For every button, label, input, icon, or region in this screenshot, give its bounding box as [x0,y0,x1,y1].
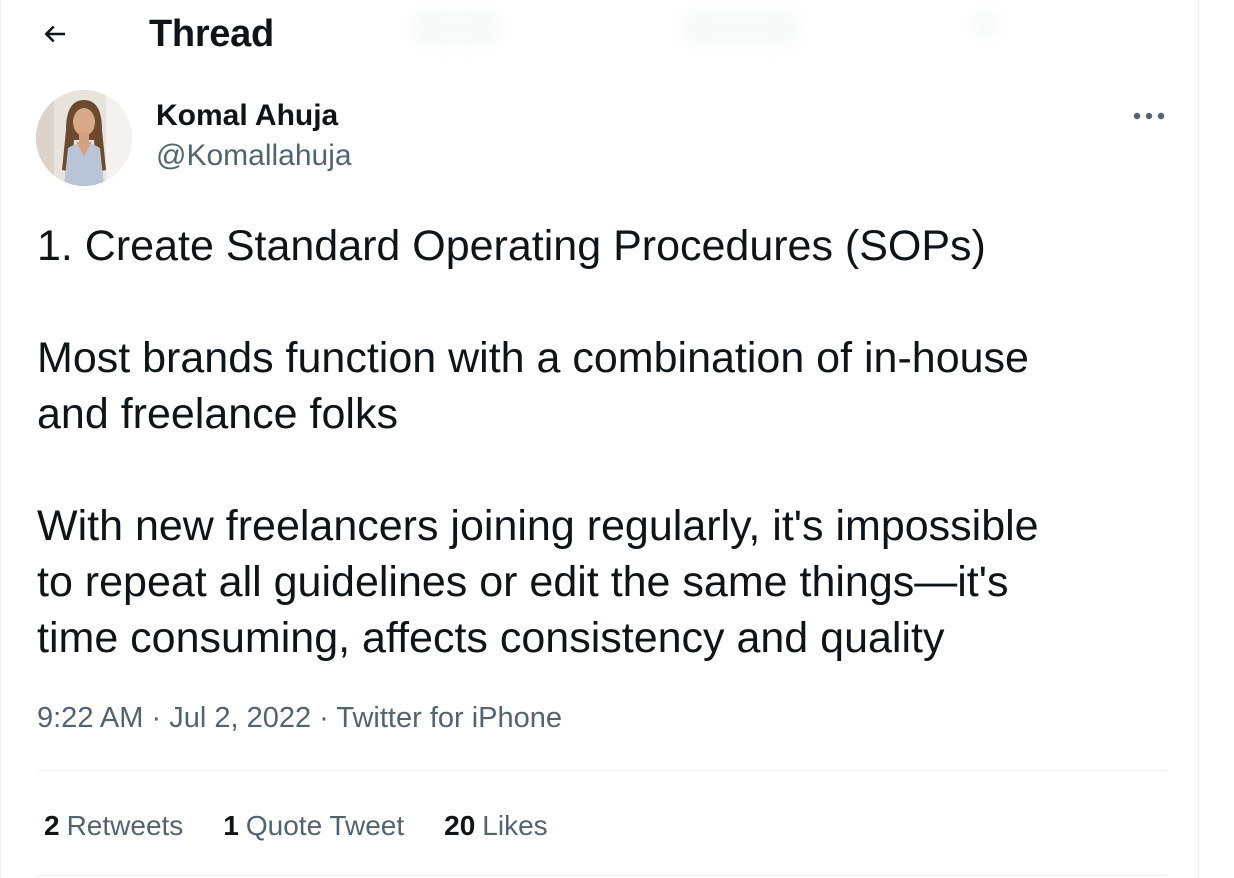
likes-count: 20 [444,810,476,841]
tweet-date[interactable]: Jul 2, 2022 [169,702,311,734]
more-horizontal-icon [1133,112,1165,120]
tweet-paragraph: Most brands function with a combination … [37,334,1029,382]
tweet-stats: 2 Retweets 1 Quote Tweet 20 Likes [44,808,548,844]
page-title: Thread [149,13,274,55]
meta-separator: · [319,702,329,734]
tweet-paragraph: to repeat all guidelines or edit the sam… [37,558,1009,606]
likes-label: Likes [482,810,548,841]
tweet-meta: 9:22 AM · Jul 2, 2022 · Twitter for iPho… [37,700,562,736]
quote-tweets-count: 1 [223,810,239,841]
thread-header: Thread [1,0,1200,66]
faded-header-element [681,10,801,46]
thread-column: Thread Komal Ahuja @Komallahuja 1. Creat… [0,0,1199,878]
quote-tweets-stat[interactable]: 1 Quote Tweet [223,808,404,844]
tweet-time[interactable]: 9:22 AM [37,702,143,734]
retweets-label: Retweets [66,810,184,841]
tweet-text: 1. Create Standard Operating Procedures … [37,218,1167,666]
tweet-paragraph: With new freelancers joining regularly, … [37,502,1039,550]
profile-photo-icon [36,90,132,186]
author-name[interactable]: Komal Ahuja [156,99,338,133]
arrow-left-icon [44,25,65,43]
likes-stat[interactable]: 20 Likes [444,808,548,844]
author-handle[interactable]: @Komallahuja [156,139,352,173]
meta-separator: · [151,702,162,734]
quote-tweets-label: Quote Tweet [245,810,405,841]
tweet-paragraph: and freelance folks [37,390,398,438]
retweets-stat[interactable]: 2 Retweets [44,808,183,844]
tweet-paragraph: 1. Create Standard Operating Procedures … [37,222,986,270]
faded-header-element [971,12,1001,36]
more-options-button[interactable] [1127,100,1171,132]
back-button[interactable] [31,12,79,56]
faded-header-element [411,10,501,46]
tweet-source[interactable]: Twitter for iPhone [336,702,562,734]
divider [37,770,1167,771]
avatar[interactable] [36,90,132,186]
tweet-paragraph: time consuming, affects consistency and … [37,614,945,662]
divider [37,875,1167,876]
retweets-count: 2 [44,810,60,841]
